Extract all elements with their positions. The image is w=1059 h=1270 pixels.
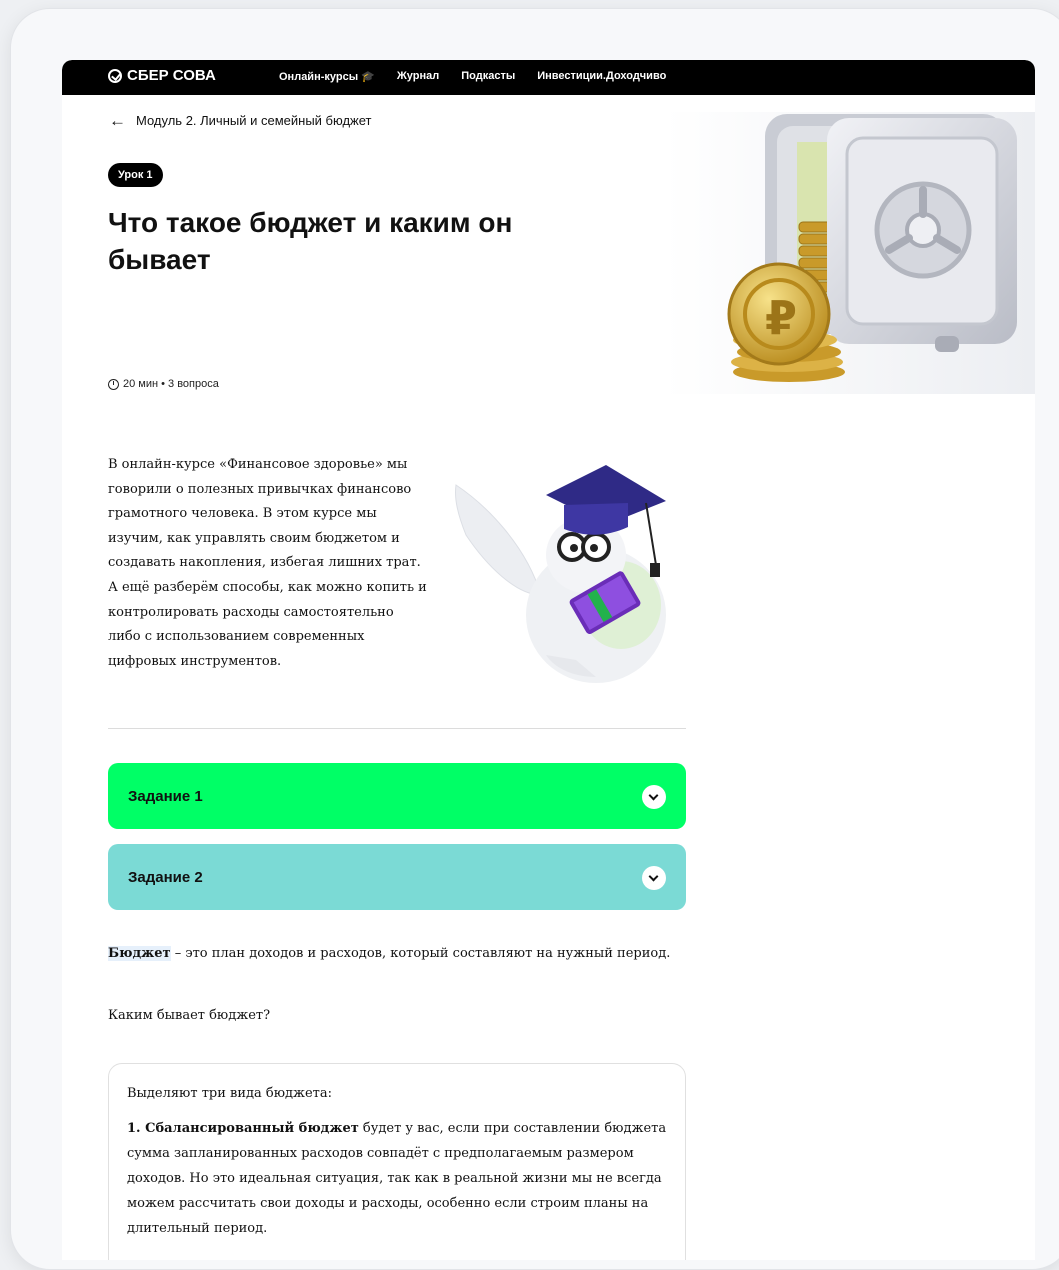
- logo-text: СБЕР СОВА: [127, 67, 216, 84]
- budget-type-1: 1. Сбалансированный бюджет будет у вас, …: [127, 1116, 667, 1241]
- top-nav-bar: СБЕР СОВА Онлайн-курсы 🎓 Журнал Подкасты…: [62, 60, 1035, 95]
- task-1-accordion[interactable]: Задание 1: [108, 763, 686, 829]
- safe-illustration: ₽: [665, 112, 1035, 394]
- chevron-down-icon[interactable]: [642, 785, 666, 809]
- lesson-meta: 20 мин • 3 вопроса: [108, 378, 219, 390]
- main-nav: Онлайн-курсы 🎓 Журнал Подкасты Инвестици…: [279, 70, 666, 83]
- tablet-frame: СБЕР СОВА Онлайн-курсы 🎓 Журнал Подкасты…: [10, 8, 1059, 1270]
- clock-icon: [108, 378, 119, 390]
- budget-definition-text: – это план доходов и расходов, который с…: [170, 946, 671, 961]
- svg-text:₽: ₽: [765, 291, 797, 345]
- arrow-left-icon: ←: [109, 111, 126, 130]
- task-1-label: Задание 1: [128, 787, 203, 805]
- budget-types-heading: Выделяют три вида бюджета:: [127, 1086, 333, 1101]
- divider: [108, 728, 686, 729]
- task-2-accordion[interactable]: Задание 2: [108, 844, 686, 910]
- chevron-down-icon[interactable]: [642, 866, 666, 890]
- nav-podcasts[interactable]: Подкасты: [461, 70, 515, 83]
- back-link[interactable]: ← Модуль 2. Личный и семейный бюджет: [109, 111, 372, 130]
- owl-mascot-illustration: [446, 455, 686, 695]
- lesson-badge: Урок 1: [108, 163, 163, 187]
- budget-question: Каким бывает бюджет?: [108, 1008, 271, 1023]
- task-2-label: Задание 2: [128, 868, 203, 886]
- site-logo[interactable]: СБЕР СОВА: [108, 67, 216, 84]
- back-link-label: Модуль 2. Личный и семейный бюджет: [136, 113, 372, 128]
- budget-type-1-text: будет у вас, если при составлении бюджет…: [127, 1121, 667, 1236]
- check-circle-icon: [108, 68, 122, 83]
- budget-types-card: Выделяют три вида бюджета: 1. Сбалансиро…: [108, 1063, 686, 1260]
- page-title: Что такое бюджет и каким он бывает: [108, 207, 513, 275]
- nav-online-courses[interactable]: Онлайн-курсы 🎓: [279, 70, 375, 83]
- nav-investments[interactable]: Инвестиции.Доходчиво: [537, 70, 666, 83]
- budget-type-1-title: 1. Сбалансированный бюджет: [127, 1121, 359, 1136]
- nav-journal[interactable]: Журнал: [397, 70, 439, 83]
- lesson-meta-text: 20 мин • 3 вопроса: [123, 378, 219, 390]
- budget-definition: Бюджет – это план доходов и расходов, ко…: [108, 941, 686, 966]
- page-screen: СБЕР СОВА Онлайн-курсы 🎓 Журнал Подкасты…: [62, 60, 1035, 1260]
- intro-paragraph: В онлайн-курсе «Финансовое здоровье» мы …: [108, 457, 427, 669]
- budget-term: Бюджет: [108, 946, 171, 961]
